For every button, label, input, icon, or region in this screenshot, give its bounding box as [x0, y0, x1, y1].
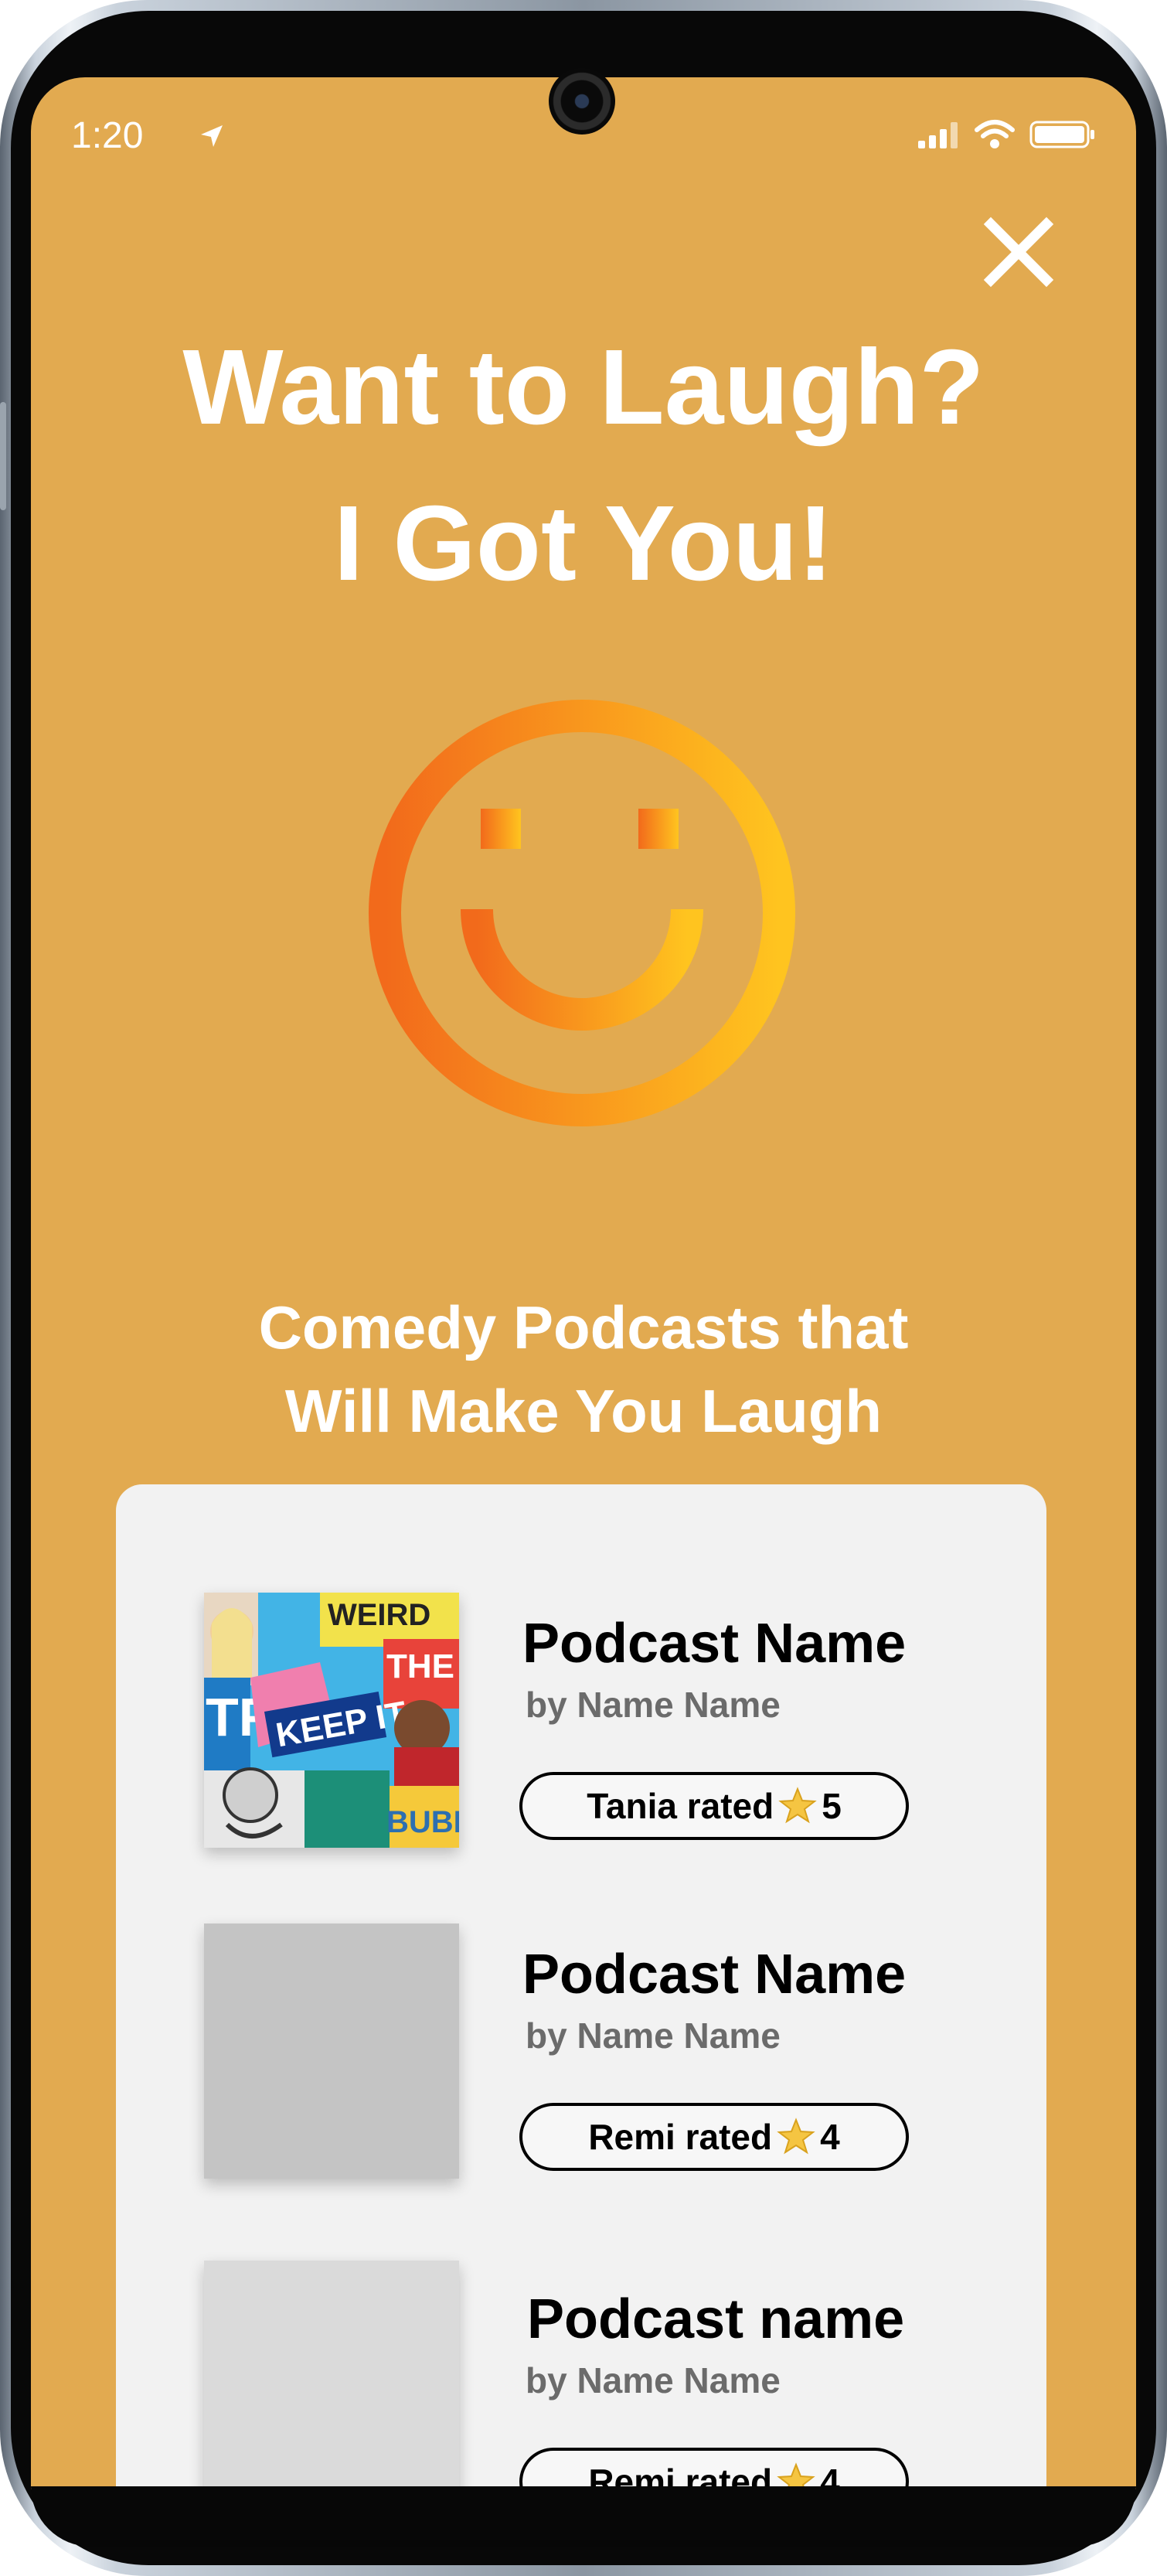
cellular-signal-icon [918, 122, 958, 148]
podcast-author: by Name Name [526, 2360, 781, 2401]
podcast-author: by Name Name [526, 1685, 781, 1725]
podcast-author: by Name Name [526, 2015, 781, 2056]
comedy-podcast-collage-image[interactable]: WEIRD TF THE R KEEP IT BUBBL [204, 1593, 459, 1848]
podcast-list-item[interactable]: WEIRD TF THE R KEEP IT BUBBL Podcast Nam… [116, 1593, 1046, 1871]
rating-label: Remi rated [588, 2462, 773, 2489]
podcast-name[interactable]: Podcast Name [522, 1947, 906, 2002]
section-title-line-1: Comedy Podcasts that [258, 1293, 909, 1361]
rating-value: 5 [822, 1786, 842, 1826]
star-icon [778, 1787, 817, 1824]
headline-line-2: I Got You! [333, 484, 834, 603]
rating-label: Tania rated [587, 1786, 774, 1826]
phone-side-button [0, 402, 6, 510]
star-icon [777, 2118, 815, 2155]
rating-badge[interactable]: Tania rated 5 [519, 1772, 909, 1840]
rating-badge[interactable]: Remi rated 4 [519, 2103, 909, 2171]
status-icons [917, 119, 1096, 150]
battery-icon [1029, 121, 1094, 148]
rating-label: Remi rated [588, 2117, 773, 2157]
podcast-list-item[interactable]: Podcast Name by Name Name Remi rated 4 [116, 1923, 1046, 2202]
svg-text:THE R: THE R [386, 1647, 459, 1685]
close-icon[interactable] [980, 213, 1057, 291]
headline-line-1: Want to Laugh? [182, 328, 985, 447]
wifi-icon [975, 120, 1015, 148]
smiley-face-icon [369, 700, 795, 1126]
star-icon [777, 2462, 815, 2489]
phone-bottom-bezel [31, 2486, 1136, 2547]
section-title-line-2: Will Make You Laugh [284, 1377, 883, 1445]
podcast-name[interactable]: Podcast Name [522, 1616, 906, 1671]
podcast-list-item[interactable]: Podcast name by Name Name Remi rated 4 [116, 2261, 1046, 2489]
svg-text:BUBBL: BUBBL [386, 1805, 459, 1839]
podcast-name[interactable]: Podcast name [527, 2291, 904, 2347]
rating-value: 4 [820, 2117, 840, 2157]
placeholder-image[interactable] [204, 2261, 459, 2489]
podcast-list-card: WEIRD TF THE R KEEP IT BUBBL Podcast Nam… [116, 1484, 1046, 2489]
front-camera [549, 68, 615, 135]
rating-badge[interactable]: Remi rated 4 [519, 2448, 909, 2489]
location-arrow-icon [201, 125, 223, 147]
status-time: 1:20 [71, 115, 144, 156]
rating-value: 4 [820, 2462, 840, 2489]
app-screen: 1:20 Want to Laugh? I Got You! Comedy Po… [31, 77, 1136, 2489]
placeholder-image[interactable] [204, 1923, 459, 2179]
svg-text:WEIRD: WEIRD [328, 1598, 430, 1632]
